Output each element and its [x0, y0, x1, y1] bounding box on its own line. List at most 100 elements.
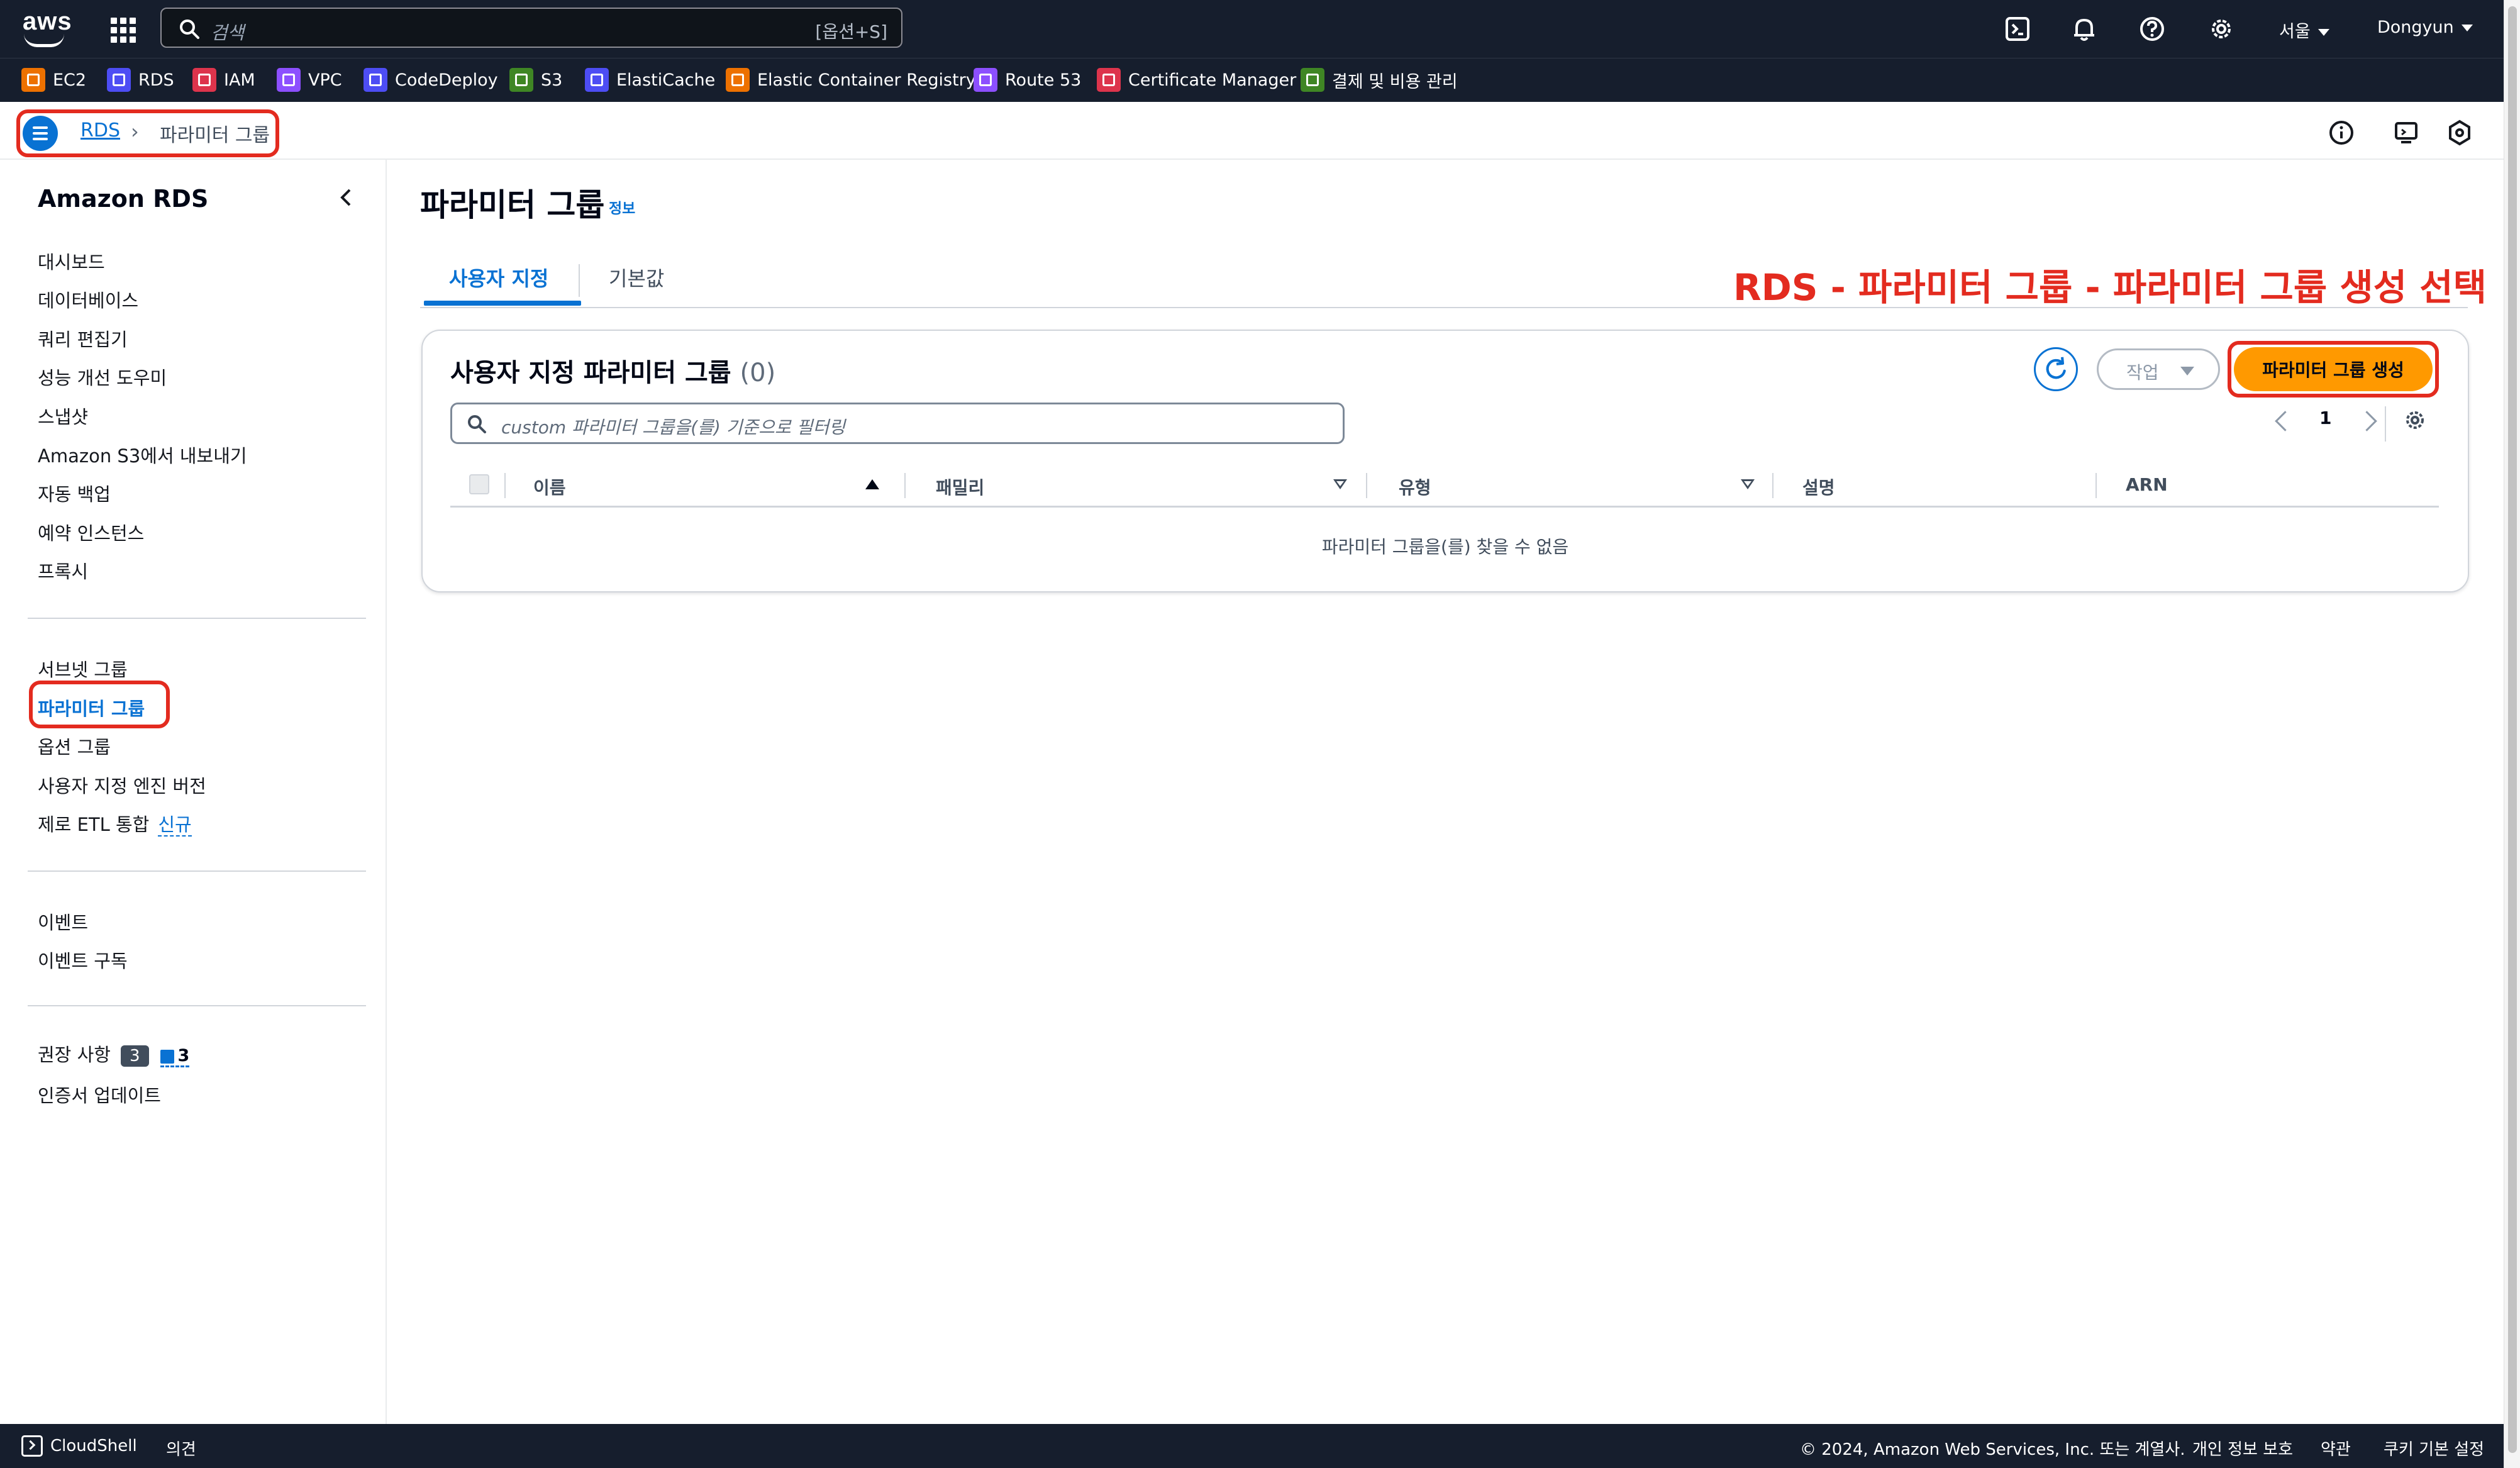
sidebar-item-recommendations[interactable]: 권장 사항 3 3	[38, 1040, 190, 1067]
elasticache-icon	[585, 68, 609, 92]
sidebar-item-reserved-instances[interactable]: 예약 인스턴스	[38, 519, 144, 545]
favorites-bar: EC2 RDS IAM VPC CodeDeploy S3 ElastiCach…	[0, 58, 2504, 103]
refresh-icon[interactable]	[2034, 347, 2078, 391]
hexagon-settings-icon[interactable]	[2445, 118, 2474, 147]
sidebar-item-performance-insights[interactable]: 성능 개선 도우미	[38, 364, 167, 390]
column-header-type[interactable]: 유형	[1399, 474, 1431, 499]
favorite-codedeploy[interactable]: CodeDeploy	[364, 66, 498, 94]
column-header-family[interactable]: 패밀리	[936, 474, 984, 499]
favorite-label: RDS	[138, 70, 174, 90]
ecr-icon	[726, 68, 750, 92]
sidebar-item-custom-engine-versions[interactable]: 사용자 지정 엔진 버전	[38, 772, 206, 798]
sidebar-item-dashboard[interactable]: 대시보드	[38, 248, 105, 274]
scrollbar-thumb[interactable]	[2508, 6, 2517, 1453]
account-name: Dongyun	[2377, 18, 2454, 37]
footer-feedback-link[interactable]: 의견	[166, 1437, 196, 1460]
column-divider	[2095, 473, 2097, 498]
favorite-rds[interactable]: RDS	[107, 66, 174, 94]
sidebar: Amazon RDS 대시보드 데이터베이스 쿼리 편집기 성능 개선 도우미 …	[0, 160, 387, 1424]
sidebar-item-automated-backups[interactable]: 자동 백업	[38, 480, 111, 506]
sidebar-item-certificate-update[interactable]: 인증서 업데이트	[38, 1081, 161, 1108]
sort-descending-icon[interactable]	[1333, 479, 1347, 489]
actions-dropdown-button[interactable]: 작업	[2097, 348, 2220, 390]
sidebar-item-option-groups[interactable]: 옵션 그룹	[38, 733, 111, 759]
sidebar-item-proxies[interactable]: 프록시	[38, 557, 88, 584]
info-link[interactable]: 정보	[609, 196, 635, 218]
search-shortcut: [옵션+S]	[815, 21, 887, 42]
favorite-route53[interactable]: Route 53	[974, 66, 1081, 94]
tab-custom[interactable]: 사용자 지정	[449, 263, 548, 292]
apps-grid-icon[interactable]	[111, 18, 136, 43]
column-divider	[904, 473, 906, 498]
footer-cookie-preferences-link[interactable]: 쿠키 기본 설정	[2384, 1437, 2484, 1460]
favorite-ecr[interactable]: Elastic Container Registry	[726, 66, 976, 94]
favorite-iam[interactable]: IAM	[192, 66, 255, 94]
favorite-billing[interactable]: 결제 및 비용 관리	[1301, 66, 1458, 94]
favorite-s3[interactable]: S3	[509, 66, 562, 94]
favorite-vpc[interactable]: VPC	[277, 66, 342, 94]
column-header-arn[interactable]: ARN	[2126, 474, 2168, 495]
filter-input[interactable]: custom 파라미터 그룹을(를) 기준으로 필터링	[450, 403, 1345, 444]
account-menu[interactable]: Dongyun	[2377, 18, 2473, 37]
sidebar-item-snapshots[interactable]: 스냅샷	[38, 403, 88, 429]
sort-ascending-icon[interactable]	[865, 479, 879, 489]
settings-icon[interactable]	[2207, 15, 2235, 43]
bell-icon[interactable]	[2070, 15, 2098, 43]
recommendations-label: 권장 사항	[38, 1044, 111, 1065]
sidebar-item-subnet-groups[interactable]: 서브넷 그룹	[38, 655, 128, 682]
favorite-elasticache[interactable]: ElastiCache	[585, 66, 715, 94]
global-search-input[interactable]: 검색 [옵션+S]	[160, 8, 902, 48]
caret-down-icon	[2180, 367, 2194, 375]
pager-divider	[2385, 406, 2386, 442]
search-placeholder: 검색	[211, 22, 245, 43]
info-icon[interactable]	[2327, 118, 2356, 147]
footer-copyright: © 2024, Amazon Web Services, Inc. 또는 계열사…	[1800, 1440, 2185, 1459]
chevron-left-icon[interactable]	[2275, 411, 2295, 431]
sidebar-item-query-editor[interactable]: 쿼리 편집기	[38, 325, 128, 352]
column-header-description[interactable]: 설명	[1802, 474, 1835, 499]
sidebar-item-databases[interactable]: 데이터베이스	[38, 286, 138, 313]
region-selector[interactable]: 서울	[2279, 18, 2329, 42]
footer-terms-link[interactable]: 약관	[2321, 1437, 2351, 1460]
new-tag: 신규	[158, 814, 192, 837]
favorite-label: Certificate Manager	[1128, 70, 1297, 90]
parameter-groups-panel: 사용자 지정 파라미터 그룹 (0) 작업 파라미터 그룹 생성 custom …	[421, 330, 2469, 592]
recommendations-info-count: 3	[177, 1046, 190, 1065]
panel-title-text: 사용자 지정 파라미터 그룹	[450, 359, 731, 387]
recommendations-count-badge: 3	[120, 1045, 149, 1067]
filter-placeholder: custom 파라미터 그룹을(를) 기준으로 필터링	[501, 417, 845, 438]
favorite-certificate-manager[interactable]: Certificate Manager	[1097, 66, 1296, 94]
highlight-outline	[29, 681, 170, 728]
sidebar-item-events[interactable]: 이벤트	[38, 908, 88, 935]
sort-descending-icon[interactable]	[1741, 479, 1755, 489]
notifications-panel-icon[interactable]	[2392, 118, 2421, 147]
tab-default[interactable]: 기본값	[609, 263, 664, 292]
table-header: 이름 패밀리 유형 설명 ARN	[450, 460, 2439, 508]
tutorial-annotation: RDS - 파라미터 그룹 - 파라미터 그룹 생성 선택	[1733, 266, 2487, 309]
sidebar-item-s3-export[interactable]: Amazon S3에서 내보내기	[38, 442, 247, 468]
column-header-name[interactable]: 이름	[533, 474, 566, 499]
table-preferences-gear-icon[interactable]	[2402, 408, 2428, 433]
help-icon[interactable]	[2138, 15, 2166, 43]
caret-down-icon	[2461, 25, 2473, 31]
tab-separator	[579, 264, 580, 297]
iam-icon	[192, 68, 216, 92]
cloudshell-icon[interactable]	[21, 1435, 43, 1457]
rds-icon	[107, 68, 131, 92]
select-all-checkbox[interactable]	[469, 474, 489, 494]
chevron-left-icon[interactable]	[336, 185, 356, 210]
cloudshell-icon[interactable]	[2004, 15, 2031, 43]
caret-down-icon	[2317, 29, 2329, 36]
chevron-right-icon[interactable]	[2356, 411, 2377, 431]
sidebar-item-event-subscriptions[interactable]: 이벤트 구독	[38, 947, 128, 973]
sidebar-item-zero-etl[interactable]: 제로 ETL 통합 신규	[38, 810, 192, 837]
aws-logo[interactable]: aws	[23, 9, 72, 48]
empty-state-message: 파라미터 그룹을(를) 찾을 수 없음	[1321, 537, 1569, 557]
page-number[interactable]: 1	[2319, 408, 2331, 428]
footer-privacy-link[interactable]: 개인 정보 보호	[2192, 1437, 2293, 1460]
sidebar-divider	[28, 870, 366, 872]
footer-cloudshell-link[interactable]: CloudShell	[50, 1437, 137, 1455]
favorite-ec2[interactable]: EC2	[21, 66, 86, 94]
page-scrollbar[interactable]	[2504, 0, 2520, 1468]
sidebar-title: Amazon RDS	[38, 185, 209, 213]
